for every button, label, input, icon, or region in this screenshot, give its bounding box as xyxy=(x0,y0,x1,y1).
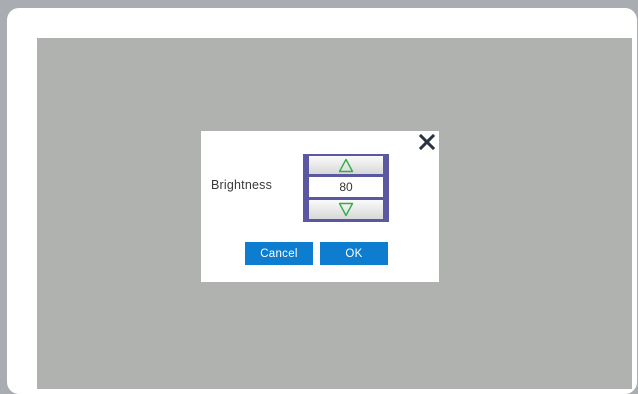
brightness-label: Brightness xyxy=(211,178,273,192)
cancel-button[interactable]: Cancel xyxy=(245,242,313,265)
up-arrow-icon xyxy=(338,158,354,172)
increase-button[interactable] xyxy=(309,156,383,174)
decrease-button[interactable] xyxy=(309,200,383,219)
down-arrow-icon xyxy=(338,202,354,217)
brightness-value[interactable]: 80 xyxy=(309,177,383,197)
ok-button[interactable]: OK xyxy=(320,242,388,265)
brightness-dialog: Brightness 80 Cancel OK xyxy=(201,131,439,282)
brightness-stepper: 80 xyxy=(303,154,389,222)
close-icon xyxy=(419,134,435,150)
close-button[interactable] xyxy=(418,133,436,151)
